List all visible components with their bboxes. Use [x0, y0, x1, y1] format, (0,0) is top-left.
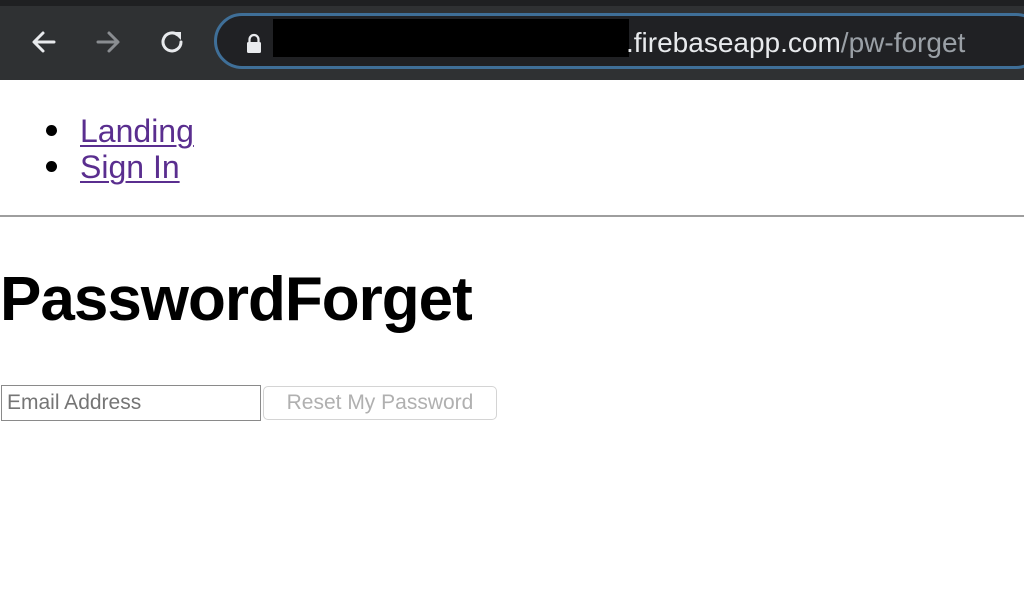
lock-icon[interactable]	[245, 33, 263, 55]
reload-icon	[161, 31, 183, 53]
page-title: PasswordForget	[0, 265, 473, 334]
landing-link[interactable]: Landing	[80, 112, 194, 150]
address-bar[interactable]: .firebaseapp.com/pw-forget	[214, 13, 1024, 69]
email-input[interactable]	[1, 385, 261, 421]
url-text[interactable]: .firebaseapp.com/pw-forget	[626, 26, 965, 60]
back-button[interactable]	[24, 22, 64, 62]
back-arrow-icon	[32, 31, 56, 53]
redacted-subdomain	[273, 19, 629, 57]
forward-arrow-icon	[96, 31, 120, 53]
tab-strip-edge	[0, 0, 1024, 6]
page-content: Landing Sign In PasswordForget Reset My …	[0, 80, 1024, 600]
browser-toolbar: .firebaseapp.com/pw-forget	[0, 0, 1024, 80]
list-bullet	[46, 125, 57, 136]
url-path: /pw-forget	[840, 27, 966, 58]
horizontal-divider	[0, 215, 1024, 217]
reload-button[interactable]	[152, 22, 192, 62]
list-bullet	[46, 161, 57, 172]
url-domain: .firebaseapp.com	[626, 27, 841, 58]
sign-in-link[interactable]: Sign In	[80, 148, 180, 186]
forward-button[interactable]	[88, 22, 128, 62]
reset-password-button[interactable]: Reset My Password	[263, 386, 497, 420]
